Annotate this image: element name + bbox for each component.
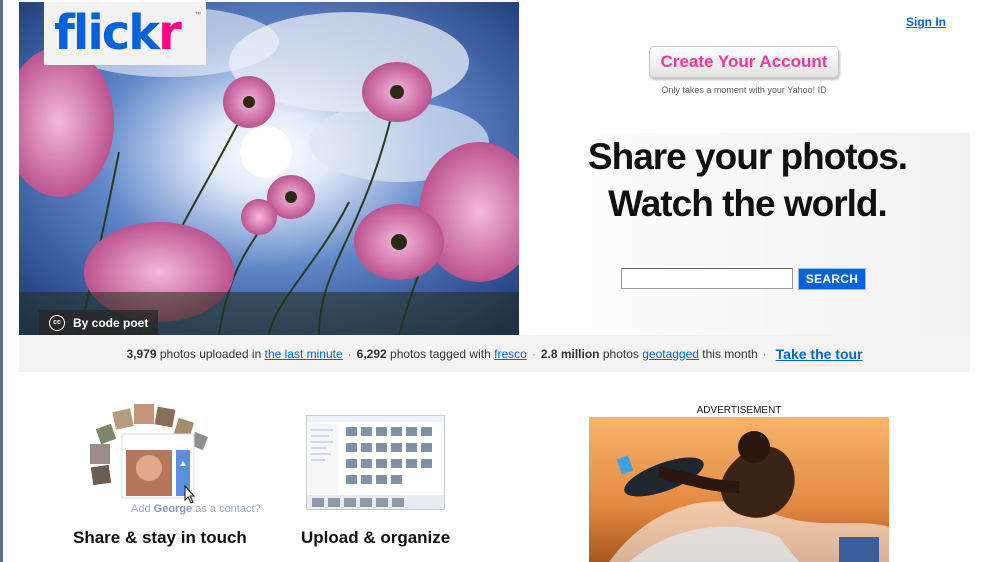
create-account-button[interactable]: Create Your Account bbox=[649, 46, 839, 78]
tagged-text: photos tagged with bbox=[390, 346, 491, 361]
upload-feature-title: Upload & organize bbox=[301, 528, 451, 547]
share-feature-title: Share & stay in touch bbox=[73, 528, 247, 547]
tagline-line-1: Share your photos. bbox=[587, 136, 908, 177]
photo-credit[interactable]: cc By code poet bbox=[39, 310, 158, 335]
last-minute-link[interactable]: the last minute bbox=[265, 347, 343, 361]
trademark-mark: ™ bbox=[195, 12, 201, 18]
advertisement-banner[interactable] bbox=[589, 417, 889, 562]
creative-commons-icon: cc bbox=[49, 314, 65, 331]
add-contact-hint: Add George as a contact? bbox=[131, 503, 261, 515]
create-account-subtext: Only takes a moment with your Yahoo! ID bbox=[661, 85, 827, 95]
window-edge bbox=[0, 0, 3, 562]
geotagged-text: photos bbox=[602, 346, 639, 361]
stats-bar: 3,979 photos uploaded in the last minute… bbox=[19, 335, 970, 372]
fresco-tag-link[interactable]: fresco bbox=[494, 347, 527, 361]
flickr-logo[interactable]: flickr bbox=[54, 5, 182, 61]
uploaded-count: 3,979 bbox=[126, 346, 157, 361]
uploaded-text: photos uploaded in bbox=[159, 346, 262, 361]
tagged-count: 6,292 bbox=[356, 346, 387, 361]
take-the-tour-link[interactable]: Take the tour bbox=[776, 346, 863, 362]
search-button[interactable]: SEARCH bbox=[798, 268, 866, 290]
separator: · bbox=[762, 346, 767, 361]
upload-organizer-illustration[interactable] bbox=[306, 415, 445, 510]
photo-credit-label: By code poet bbox=[73, 315, 149, 330]
search-input[interactable] bbox=[621, 268, 793, 289]
tagline-line-2: Watch the world. bbox=[608, 183, 888, 224]
share-illustration[interactable] bbox=[88, 400, 218, 520]
geotagged-suffix: this month bbox=[702, 346, 758, 361]
geotagged-link[interactable]: geotagged bbox=[642, 347, 699, 361]
advertisement-label: ADVERTISEMENT bbox=[696, 405, 782, 416]
separator: · bbox=[531, 346, 536, 361]
page-tagline: Share your photos. Watch the world. bbox=[560, 133, 935, 227]
sign-in-link[interactable]: Sign In bbox=[906, 15, 946, 29]
geotagged-count: 2.8 million bbox=[540, 346, 600, 361]
separator: · bbox=[347, 346, 352, 361]
